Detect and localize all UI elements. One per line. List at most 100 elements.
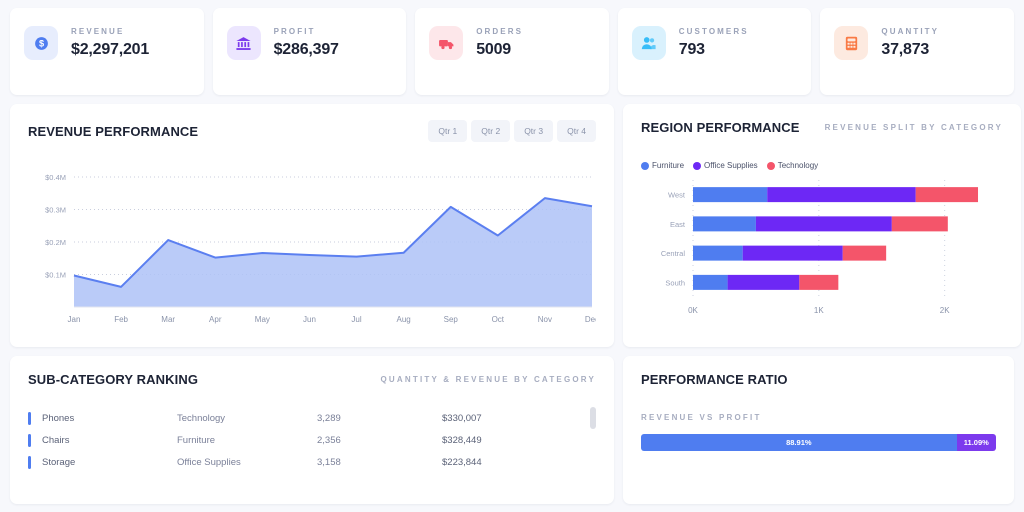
bar-segment-office-supplies — [743, 246, 843, 261]
svg-text:$: $ — [38, 38, 43, 48]
kpi-icon-tile — [429, 26, 463, 60]
bottom-row: SUB-CATEGORY RANKING QUANTITY & REVENUE … — [10, 356, 1014, 504]
truck-icon — [438, 35, 455, 52]
legend-item-technology[interactable]: Technology — [767, 161, 818, 170]
bar-segment-technology — [916, 187, 978, 202]
row-quantity: 3,158 — [317, 457, 442, 468]
x-axis-tick-label: 2K — [940, 306, 950, 315]
revenue-profit-ratio-bar: 88.91% 11.09% — [641, 434, 996, 451]
users-icon — [640, 35, 657, 52]
bank-icon — [235, 35, 252, 52]
row-subcategory: Chairs — [42, 435, 177, 446]
bar-segment-furniture — [693, 216, 756, 231]
x-axis-tick-label: Oct — [492, 315, 505, 324]
row-subcategory: Phones — [42, 413, 177, 424]
legend-item-furniture[interactable]: Furniture — [641, 161, 684, 170]
x-axis-tick-label: Feb — [114, 315, 128, 324]
quarter-button-3[interactable]: Qtr 3 — [514, 120, 553, 142]
table-row[interactable]: Storage Office Supplies 3,158 $223,844 — [28, 451, 596, 473]
kpi-icon-tile — [834, 26, 868, 60]
row-revenue: $328,449 — [442, 435, 596, 446]
kpi-icon-tile: $ — [24, 26, 58, 60]
revenue-performance-panel: REVENUE PERFORMANCE Qtr 1 Qtr 2 Qtr 3 Qt… — [10, 104, 614, 347]
revenue-area-chart: $0.1M$0.2M$0.3M$0.4MJanFebMarAprMayJunJu… — [28, 158, 596, 333]
kpi-card-orders: ORDERS 5009 — [415, 8, 609, 95]
area-chart-svg: $0.1M$0.2M$0.3M$0.4MJanFebMarAprMayJunJu… — [28, 158, 596, 333]
row-revenue: $223,844 — [442, 457, 596, 468]
y-axis-tick-label: $0.2M — [45, 238, 66, 247]
kpi-row: $ REVENUE $2,297,201 PROFIT — [10, 8, 1014, 95]
panel-subtitle: QUANTITY & REVENUE BY CATEGORY — [381, 375, 597, 384]
bar-segment-technology — [843, 246, 886, 261]
kpi-value: $286,397 — [274, 41, 339, 59]
region-chart-legend: Furniture Office Supplies Technology — [641, 161, 1003, 170]
quarter-button-1[interactable]: Qtr 1 — [428, 120, 467, 142]
x-axis-tick-label: Jan — [68, 315, 81, 324]
region-stacked-bar-chart: 0K 1K 2K West East Central South — [641, 176, 1003, 321]
legend-label: Furniture — [652, 161, 684, 170]
kpi-card-quantity: QUANTITY 37,873 — [820, 8, 1014, 95]
legend-dot-icon — [641, 162, 649, 170]
row-marker-icon — [28, 434, 31, 447]
panel-header: PERFORMANCE RATIO — [641, 372, 996, 387]
dollar-circle-icon: $ — [33, 35, 50, 52]
quarter-button-2[interactable]: Qtr 2 — [471, 120, 510, 142]
performance-ratio-panel: PERFORMANCE RATIO REVENUE VS PROFIT 88.9… — [623, 356, 1014, 504]
y-axis-tick-label: $0.1M — [45, 271, 66, 280]
page-title: SUB-CATEGORY RANKING — [28, 372, 198, 387]
table-row[interactable]: Phones Technology 3,289 $330,007 — [28, 407, 596, 429]
y-axis-tick-label: Central — [661, 249, 686, 258]
scrollbar-thumb[interactable] — [590, 407, 596, 429]
y-axis-tick-label: South — [665, 278, 685, 287]
row-quantity: 2,356 — [317, 435, 442, 446]
panel-header: REGION PERFORMANCE REVENUE SPLIT BY CATE… — [641, 120, 1003, 135]
quarter-button-4[interactable]: Qtr 4 — [557, 120, 596, 142]
x-axis-tick-label: Mar — [161, 315, 175, 324]
kpi-card-revenue: $ REVENUE $2,297,201 — [10, 8, 204, 95]
x-axis-tick-label: May — [255, 315, 270, 324]
calculator-icon — [843, 35, 860, 52]
subcategory-ranking-panel: SUB-CATEGORY RANKING QUANTITY & REVENUE … — [10, 356, 614, 504]
kpi-value: $2,297,201 — [71, 41, 149, 59]
row-category: Furniture — [177, 435, 317, 446]
kpi-label: CUSTOMERS — [679, 27, 749, 36]
y-axis-tick-label: East — [670, 220, 686, 229]
panel-header: REVENUE PERFORMANCE Qtr 1 Qtr 2 Qtr 3 Qt… — [28, 120, 596, 142]
x-axis-tick-label: Jun — [303, 315, 316, 324]
x-axis-tick-label: Dec — [585, 315, 596, 324]
bar-segment-office-supplies — [728, 275, 800, 290]
page-title: REGION PERFORMANCE — [641, 120, 800, 135]
page-title: PERFORMANCE RATIO — [641, 372, 788, 387]
legend-label: Technology — [778, 161, 818, 170]
panel-subtitle: REVENUE SPLIT BY CATEGORY — [825, 123, 1003, 132]
table-row[interactable]: Chairs Furniture 2,356 $328,449 — [28, 429, 596, 451]
ratio-segment-profit[interactable]: 11.09% — [957, 434, 996, 451]
kpi-label: PROFIT — [274, 27, 339, 36]
x-axis-tick-label: Sep — [444, 315, 459, 324]
panel-subtitle: REVENUE VS PROFIT — [641, 413, 996, 422]
x-axis-tick-label: 1K — [814, 306, 824, 315]
kpi-card-profit: PROFIT $286,397 — [213, 8, 407, 95]
legend-dot-icon — [693, 162, 701, 170]
ratio-segment-revenue[interactable]: 88.91% — [641, 434, 957, 451]
kpi-icon-tile — [632, 26, 666, 60]
row-category: Office Supplies — [177, 457, 317, 468]
bar-segment-office-supplies — [767, 187, 915, 202]
legend-item-office-supplies[interactable]: Office Supplies — [693, 161, 758, 170]
dashboard-page: $ REVENUE $2,297,201 PROFIT — [0, 0, 1024, 512]
region-performance-panel: REGION PERFORMANCE REVENUE SPLIT BY CATE… — [623, 104, 1021, 347]
x-axis-tick-label: Aug — [397, 315, 411, 324]
kpi-card-customers: CUSTOMERS 793 — [618, 8, 812, 95]
quarter-filter-group: Qtr 1 Qtr 2 Qtr 3 Qtr 4 — [428, 120, 596, 142]
table-scrollbar[interactable] — [590, 407, 596, 473]
row-revenue: $330,007 — [442, 413, 596, 424]
x-axis-tick-label: Jul — [351, 315, 361, 324]
legend-label: Office Supplies — [704, 161, 758, 170]
bar-segment-furniture — [693, 275, 728, 290]
bar-segment-technology — [799, 275, 838, 290]
x-axis-tick-label: Nov — [538, 315, 552, 324]
kpi-icon-tile — [227, 26, 261, 60]
x-axis-tick-label: 0K — [688, 306, 698, 315]
y-axis-tick-label: West — [668, 191, 686, 200]
area-fill — [74, 198, 592, 307]
